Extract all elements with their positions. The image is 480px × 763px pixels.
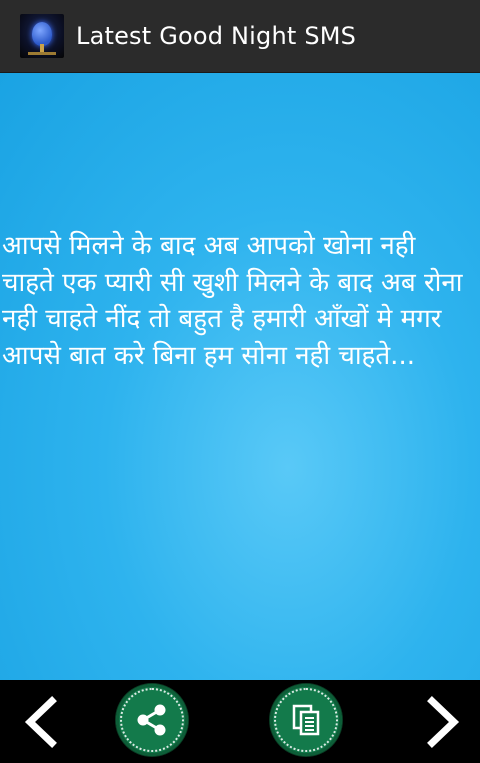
chevron-right-icon (427, 696, 460, 748)
copy-icon (292, 704, 320, 736)
chevron-left-icon (24, 696, 57, 748)
next-button[interactable] (416, 695, 466, 749)
share-icon (137, 704, 166, 736)
copy-button[interactable] (270, 684, 342, 756)
action-bar: Latest Good Night SMS (0, 0, 480, 73)
share-button[interactable] (116, 684, 188, 756)
app-title: Latest Good Night SMS (76, 22, 357, 50)
previous-button[interactable] (18, 695, 68, 749)
bottom-navigation-bar (0, 680, 480, 763)
message-area: आपसे मिलने के बाद अब आपको खोना नही चाहते… (0, 73, 480, 680)
app-logo-icon (20, 14, 64, 58)
sms-message-text: आपसे मिलने के बाद अब आपको खोना नही चाहते… (2, 231, 463, 371)
